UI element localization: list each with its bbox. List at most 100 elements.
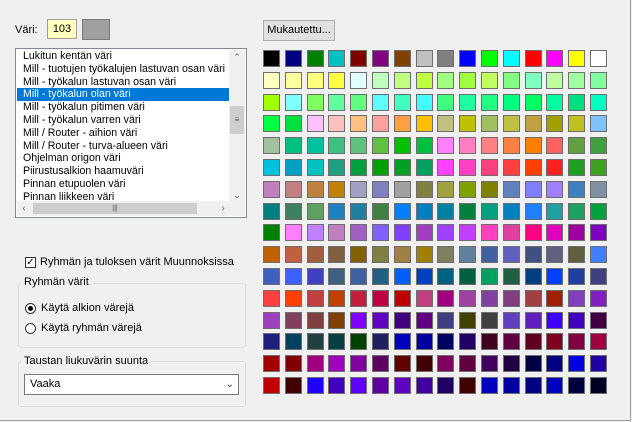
palette-swatch[interactable] [546, 71, 564, 89]
palette-swatch[interactable] [306, 289, 324, 307]
current-color-swatch[interactable] [82, 19, 110, 40]
palette-swatch[interactable] [393, 377, 411, 394]
palette-swatch[interactable] [372, 137, 389, 155]
palette-swatch[interactable] [328, 246, 346, 264]
palette-swatch[interactable] [372, 333, 389, 351]
palette-swatch[interactable] [459, 137, 477, 155]
palette-swatch[interactable] [524, 115, 542, 133]
palette-swatch[interactable] [590, 246, 607, 264]
palette-swatch[interactable] [590, 355, 607, 373]
palette-swatch[interactable] [481, 289, 498, 307]
palette-swatch[interactable] [546, 246, 564, 264]
palette-swatch[interactable] [481, 137, 498, 155]
list-item[interactable]: Mill - tuotujen työkalujen lastuvan osan… [17, 63, 230, 76]
palette-swatch[interactable] [415, 311, 433, 329]
palette-swatch[interactable] [502, 311, 520, 329]
palette-swatch[interactable] [524, 289, 542, 307]
palette-swatch[interactable] [437, 246, 455, 264]
horizontal-scrollbar[interactable]: ‹ ||| › [17, 201, 230, 216]
palette-swatch[interactable] [502, 202, 520, 220]
palette-swatch[interactable] [415, 50, 433, 67]
palette-swatch[interactable] [284, 137, 302, 155]
palette-swatch[interactable] [481, 202, 498, 220]
list-item[interactable]: Ohjelman origon väri [17, 152, 230, 165]
palette-swatch[interactable] [524, 268, 542, 285]
palette-swatch[interactable] [263, 180, 280, 198]
palette-swatch[interactable] [284, 377, 302, 394]
palette-swatch[interactable] [524, 71, 542, 89]
palette-swatch[interactable] [415, 159, 433, 176]
palette-swatch[interactable] [306, 50, 324, 67]
palette-swatch[interactable] [350, 93, 368, 111]
palette-swatch[interactable] [372, 202, 389, 220]
palette-swatch[interactable] [502, 159, 520, 176]
palette-swatch[interactable] [372, 224, 389, 242]
palette-swatch[interactable] [502, 180, 520, 198]
palette-swatch[interactable] [350, 289, 368, 307]
palette-swatch[interactable] [502, 377, 520, 394]
palette-swatch[interactable] [306, 159, 324, 176]
palette-swatch[interactable] [502, 115, 520, 133]
palette-swatch[interactable] [393, 311, 411, 329]
scroll-down-icon[interactable]: ⌄ [229, 188, 245, 202]
palette-swatch[interactable] [328, 115, 346, 133]
palette-swatch[interactable] [328, 93, 346, 111]
palette-swatch[interactable] [306, 377, 324, 394]
palette-swatch[interactable] [568, 50, 586, 67]
palette-swatch[interactable] [284, 311, 302, 329]
palette-swatch[interactable] [372, 268, 389, 285]
palette-swatch[interactable] [546, 377, 564, 394]
palette-swatch[interactable] [306, 71, 324, 89]
palette-swatch[interactable] [350, 159, 368, 176]
palette-swatch[interactable] [524, 93, 542, 111]
palette-swatch[interactable] [372, 50, 389, 67]
palette-swatch[interactable] [306, 268, 324, 285]
palette-swatch[interactable] [284, 289, 302, 307]
palette-swatch[interactable] [350, 202, 368, 220]
list-item[interactable]: Piirustusalkion haamuväri [17, 165, 230, 178]
palette-swatch[interactable] [502, 268, 520, 285]
palette-swatch[interactable] [524, 224, 542, 242]
color-index-field[interactable]: 103 [47, 19, 77, 39]
palette-swatch[interactable] [415, 71, 433, 89]
palette-swatch[interactable] [415, 202, 433, 220]
palette-swatch[interactable] [372, 159, 389, 176]
palette-swatch[interactable] [437, 224, 455, 242]
palette-swatch[interactable] [372, 311, 389, 329]
palette-swatch[interactable] [350, 333, 368, 351]
palette-swatch[interactable] [393, 268, 411, 285]
palette-swatch[interactable] [590, 268, 607, 285]
palette-swatch[interactable] [350, 377, 368, 394]
radio-item-colors[interactable]: Käytä alkion värejä [25, 302, 134, 314]
palette-swatch[interactable] [502, 246, 520, 264]
palette-swatch[interactable] [481, 71, 498, 89]
palette-swatch[interactable] [437, 93, 455, 111]
palette-swatch[interactable] [350, 50, 368, 67]
palette-swatch[interactable] [350, 137, 368, 155]
palette-swatch[interactable] [372, 355, 389, 373]
checkbox[interactable]: ✓ [25, 256, 36, 268]
palette-swatch[interactable] [437, 137, 455, 155]
palette-swatch[interactable] [284, 115, 302, 133]
scroll-left-icon[interactable]: ‹ [17, 201, 31, 216]
palette-swatch[interactable] [306, 355, 324, 373]
palette-swatch[interactable] [263, 268, 280, 285]
palette-swatch[interactable] [546, 137, 564, 155]
palette-swatch[interactable] [437, 159, 455, 176]
group-colors-checkbox-row[interactable]: ✓ Ryhmän ja tuloksen värit Muunnoksissa [25, 256, 234, 268]
palette-swatch[interactable] [306, 180, 324, 198]
palette-swatch[interactable] [524, 311, 542, 329]
palette-swatch[interactable] [328, 289, 346, 307]
palette-swatch[interactable] [590, 115, 607, 133]
palette-swatch[interactable] [546, 289, 564, 307]
list-item[interactable]: Mill - työkalun lastuvan osan väri [17, 76, 230, 89]
palette-swatch[interactable] [372, 180, 389, 198]
palette-swatch[interactable] [502, 93, 520, 111]
palette-swatch[interactable] [415, 333, 433, 351]
palette-swatch[interactable] [481, 50, 498, 67]
palette-swatch[interactable] [328, 159, 346, 176]
palette-swatch[interactable] [306, 137, 324, 155]
palette-swatch[interactable] [437, 50, 455, 67]
palette-swatch[interactable] [481, 333, 498, 351]
palette-swatch[interactable] [328, 311, 346, 329]
